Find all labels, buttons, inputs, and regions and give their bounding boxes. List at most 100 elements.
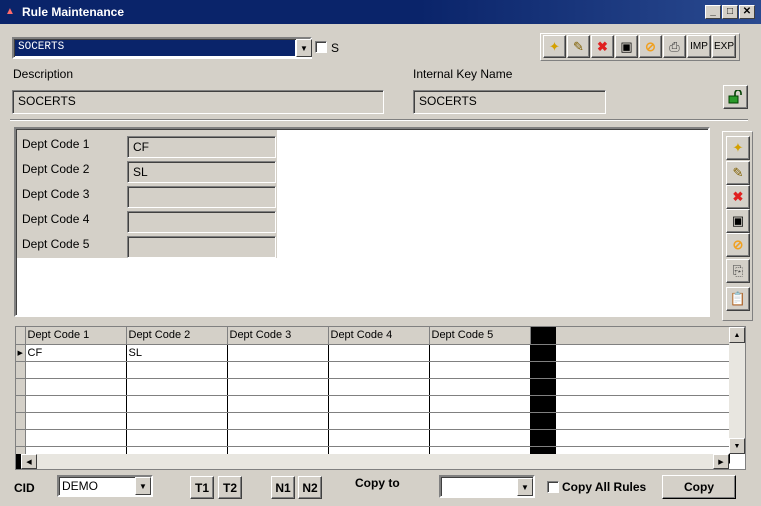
cid-combo[interactable]: DEMO ▼: [57, 475, 153, 497]
grid-cell[interactable]: [328, 429, 430, 447]
grid-cell[interactable]: [429, 412, 531, 430]
copy-to-combo[interactable]: ▼: [439, 475, 535, 498]
grid-cell[interactable]: [227, 395, 329, 413]
grid-col-header[interactable]: Dept Code 1: [25, 327, 127, 345]
grid-cell[interactable]: SL: [126, 344, 228, 362]
grid-cell[interactable]: CF: [25, 344, 127, 362]
grid-black-cell: [530, 361, 556, 379]
grid-cell[interactable]: [126, 378, 228, 396]
chevron-down-icon[interactable]: ▼: [517, 478, 533, 496]
grid-col-header[interactable]: Dept Code 3: [227, 327, 329, 345]
grid-col-header[interactable]: Dept Code 4: [328, 327, 430, 345]
delete-icon[interactable]: ✖: [591, 35, 614, 58]
maximize-button[interactable]: □: [722, 5, 738, 19]
cancel-icon[interactable]: ⊘: [639, 35, 662, 58]
grid-cell[interactable]: [25, 361, 127, 379]
grid-cell[interactable]: [227, 361, 329, 379]
horizontal-scrollbar[interactable]: ◀ ▶: [16, 454, 729, 469]
grid-cell[interactable]: [126, 412, 228, 430]
grid-cell[interactable]: [227, 412, 329, 430]
grid-col-header[interactable]: Dept Code 5: [429, 327, 531, 345]
description-field[interactable]: SOCERTS: [12, 90, 384, 114]
dept-code-5-field[interactable]: [127, 236, 276, 258]
scroll-left-icon[interactable]: ◀: [21, 454, 37, 469]
grid-cell[interactable]: [429, 361, 531, 379]
grid-cell[interactable]: [227, 378, 329, 396]
separator: [10, 119, 748, 121]
internal-key-field[interactable]: SOCERTS: [413, 90, 606, 114]
copy-record-icon[interactable]: ⎘: [726, 259, 750, 283]
save-record-icon[interactable]: ▣: [726, 209, 750, 233]
copy-all-rules-checkbox[interactable]: [547, 481, 559, 493]
table-row[interactable]: [16, 429, 730, 447]
grid-cell[interactable]: [25, 429, 127, 447]
rules-table: Dept Code 1 Dept Code 2 Dept Code 3 Dept…: [16, 327, 730, 464]
cancel-record-icon[interactable]: ⊘: [726, 233, 750, 257]
chevron-down-icon[interactable]: ▼: [296, 39, 312, 57]
grid-cell[interactable]: [126, 429, 228, 447]
n2-button[interactable]: N2: [298, 476, 322, 499]
scroll-up-icon[interactable]: ▲: [729, 327, 745, 343]
grid-cell[interactable]: [328, 361, 430, 379]
title-bar: ▲ Rule Maintenance _ □ ✕: [0, 0, 761, 24]
grid-cell[interactable]: [25, 378, 127, 396]
print-icon[interactable]: ⎙: [663, 35, 686, 58]
vertical-scrollbar[interactable]: ▲ ▼: [729, 327, 745, 454]
table-row[interactable]: [16, 361, 730, 379]
grid-cell[interactable]: [328, 378, 430, 396]
close-button[interactable]: ✕: [739, 5, 755, 19]
export-button[interactable]: EXP: [712, 35, 736, 58]
grid-cell[interactable]: [328, 344, 430, 362]
grid-cell[interactable]: [429, 378, 531, 396]
grid-cell: [555, 429, 730, 447]
dept-code-2-field[interactable]: SL: [127, 161, 276, 183]
description-label: Description: [13, 67, 74, 81]
t2-button[interactable]: T2: [218, 476, 242, 499]
scroll-right-icon[interactable]: ▶: [713, 454, 729, 469]
grid-cell[interactable]: [429, 344, 531, 362]
grid-cell[interactable]: [429, 395, 531, 413]
save-icon[interactable]: ▣: [615, 35, 638, 58]
grid-cell[interactable]: [25, 412, 127, 430]
table-row[interactable]: [16, 412, 730, 430]
row-header: [16, 395, 26, 413]
dept-code-5-label: Dept Code 5: [22, 237, 90, 251]
dept-code-4-field[interactable]: [127, 211, 276, 233]
minimize-button[interactable]: _: [705, 5, 721, 19]
delete-record-icon[interactable]: ✖: [726, 185, 750, 209]
grid-cell[interactable]: [328, 395, 430, 413]
grid-cell[interactable]: [126, 395, 228, 413]
grid-cell: [555, 344, 730, 362]
s-checkbox[interactable]: [315, 41, 327, 53]
grid-cell[interactable]: [227, 429, 329, 447]
table-row[interactable]: ▶ CF SL: [16, 344, 730, 362]
rule-selector-combo[interactable]: SOCERTS ▼: [12, 37, 312, 59]
paste-record-icon[interactable]: 📋: [726, 287, 750, 311]
grid-col-header[interactable]: Dept Code 2: [126, 327, 228, 345]
n1-button[interactable]: N1: [271, 476, 295, 499]
t1-button[interactable]: T1: [190, 476, 214, 499]
grid-cell[interactable]: [25, 395, 127, 413]
dept-code-3-field[interactable]: [127, 186, 276, 208]
import-button[interactable]: IMP: [687, 35, 711, 58]
copy-to-label: Copy to: [355, 476, 400, 490]
table-row[interactable]: [16, 378, 730, 396]
dept-code-4-label: Dept Code 4: [22, 212, 90, 226]
edit-icon[interactable]: ✎: [567, 35, 590, 58]
copy-button[interactable]: Copy: [662, 475, 736, 499]
grid-cell[interactable]: [126, 361, 228, 379]
dept-code-1-field[interactable]: CF: [127, 136, 276, 158]
table-row[interactable]: [16, 395, 730, 413]
lock-icon[interactable]: [723, 85, 748, 109]
chevron-down-icon[interactable]: ▼: [135, 477, 151, 495]
rules-grid[interactable]: Dept Code 1 Dept Code 2 Dept Code 3 Dept…: [15, 326, 746, 470]
grid-cell[interactable]: [429, 429, 531, 447]
new-record-icon[interactable]: ✦: [726, 136, 750, 160]
grid-cell: [555, 378, 730, 396]
grid-cell[interactable]: [227, 344, 329, 362]
grid-cell[interactable]: [328, 412, 430, 430]
grid-cell: [555, 361, 730, 379]
new-icon[interactable]: ✦: [543, 35, 566, 58]
scroll-down-icon[interactable]: ▼: [729, 438, 745, 454]
edit-record-icon[interactable]: ✎: [726, 161, 750, 185]
